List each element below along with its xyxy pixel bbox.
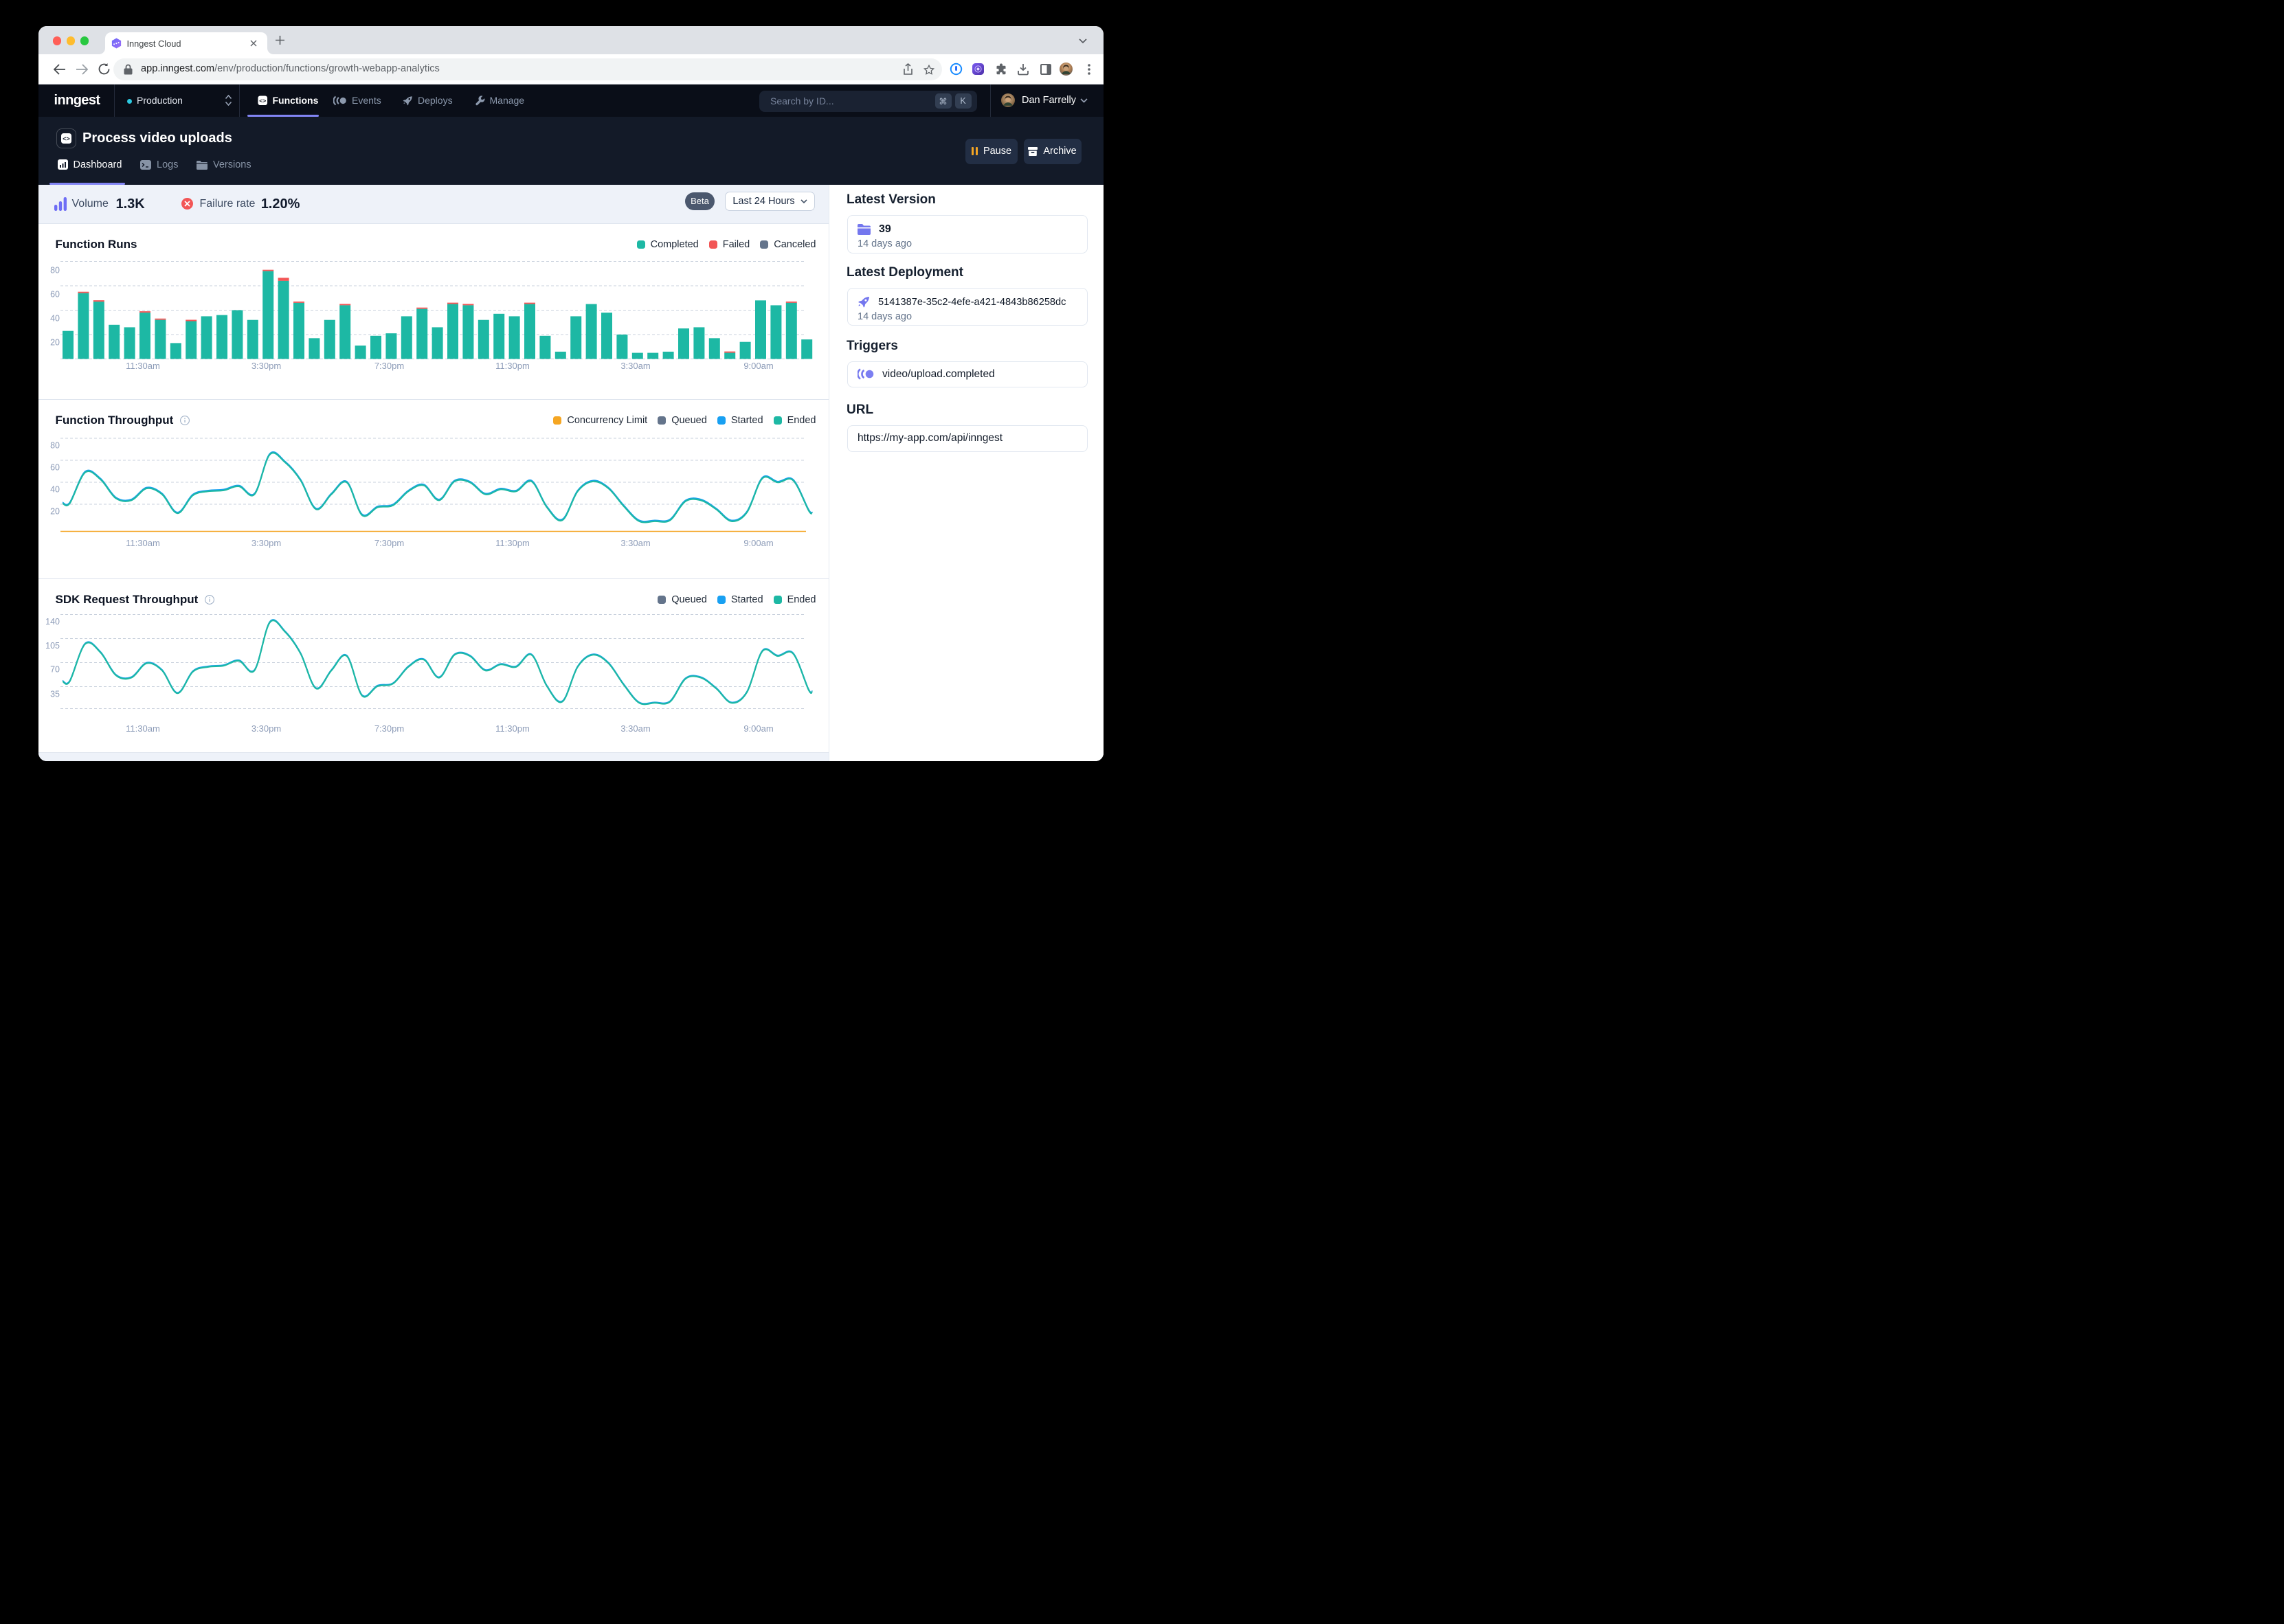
svg-text:<>: <>: [259, 97, 266, 104]
svg-text:7:30pm: 7:30pm: [374, 723, 404, 734]
svg-text:60: 60: [50, 463, 60, 473]
svg-text:80: 80: [50, 266, 60, 275]
svg-text:3:30am: 3:30am: [620, 361, 650, 371]
svg-text:3:30am: 3:30am: [620, 723, 650, 734]
svg-text:7:30pm: 7:30pm: [374, 361, 404, 371]
svg-text:9:00am: 9:00am: [743, 723, 773, 734]
svg-text:20: 20: [50, 338, 60, 348]
svg-text:140: 140: [45, 617, 60, 627]
svg-text:3:30pm: 3:30pm: [251, 361, 281, 371]
svg-text:40: 40: [50, 314, 60, 324]
svg-text:7:30pm: 7:30pm: [374, 538, 404, 548]
svg-text:11:30am: 11:30am: [126, 723, 160, 734]
svg-text:9:00am: 9:00am: [743, 538, 773, 548]
svg-text:70: 70: [50, 665, 60, 675]
svg-text:11:30pm: 11:30pm: [495, 723, 530, 734]
svg-text:9:00am: 9:00am: [743, 361, 773, 371]
svg-text:<>: <>: [63, 135, 70, 142]
svg-text:3:30am: 3:30am: [620, 538, 650, 548]
svg-text:80: 80: [50, 441, 60, 451]
svg-text:40: 40: [50, 485, 60, 495]
svg-text:3:30pm: 3:30pm: [251, 723, 281, 734]
svg-text:20: 20: [50, 507, 60, 517]
svg-text:11:30pm: 11:30pm: [495, 361, 530, 371]
svg-text:11:30am: 11:30am: [126, 361, 160, 371]
svg-text:60: 60: [50, 290, 60, 300]
svg-text:35: 35: [50, 690, 60, 699]
svg-text:105: 105: [45, 641, 60, 651]
svg-text:3:30pm: 3:30pm: [251, 538, 281, 548]
svg-text:11:30pm: 11:30pm: [495, 538, 530, 548]
svg-text:11:30am: 11:30am: [126, 538, 160, 548]
